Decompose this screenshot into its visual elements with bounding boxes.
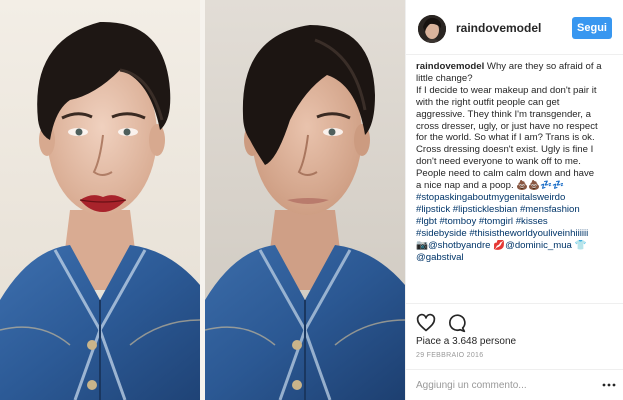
caption-line: don't need everyone to wank off to me. bbox=[416, 156, 581, 168]
hashtag-line[interactable]: #sidebyside #thisistheworldyouliveinhiii… bbox=[416, 228, 616, 240]
username-link[interactable]: raindovemodel bbox=[456, 21, 541, 35]
hashtag-line[interactable]: #lgbt #tomboy #tomgirl #kisses bbox=[416, 216, 616, 228]
more-options-icon[interactable] bbox=[602, 379, 616, 391]
hashtag-line[interactable]: #stopaskingaboutmygenitalsweirdo bbox=[416, 192, 616, 204]
caption-line: People need to calm calm down and have bbox=[416, 168, 595, 180]
post-date: 29 FEBBRAIO 2016 bbox=[416, 352, 484, 359]
caption-line: a nice nap and a poop. 💩💩💤💤 bbox=[416, 180, 565, 192]
mention-line[interactable]: 📷@shotbyandre 💋@dominic_mua 👕 bbox=[416, 240, 616, 252]
photo-panel-right bbox=[205, 0, 405, 400]
follow-button[interactable]: Segui bbox=[572, 17, 612, 39]
avatar[interactable] bbox=[418, 15, 446, 43]
heart-icon[interactable] bbox=[416, 313, 436, 333]
likes-count[interactable]: Piace a 3.648 persone bbox=[416, 336, 516, 347]
comment-icon[interactable] bbox=[446, 313, 466, 333]
section-divider bbox=[406, 369, 623, 370]
portrait-without-makeup-image bbox=[205, 0, 405, 400]
caption-text: Why are they so afraid of a bbox=[484, 61, 602, 72]
mention-line[interactable]: @gabstival bbox=[416, 252, 616, 264]
caption-line: Cross dressing doesn't exist. Ugly is fi… bbox=[416, 144, 594, 156]
caption-line: aggressive. They think I'm transgender, … bbox=[416, 108, 591, 120]
hashtag-line[interactable]: #lipstick #lipsticklesbian #mensfashion bbox=[416, 204, 616, 216]
comment-input[interactable] bbox=[416, 376, 596, 394]
caption-line: If I decide to wear makeup and don't pai… bbox=[416, 84, 597, 96]
post-sidebar: raindovemodel Segui raindovemodel Why ar… bbox=[405, 0, 623, 400]
avatar-image bbox=[418, 15, 446, 43]
post-caption: raindovemodel Why are they so afraid of … bbox=[416, 61, 616, 263]
portrait-with-lipstick-image bbox=[0, 0, 200, 400]
section-divider bbox=[406, 303, 623, 304]
caption-line: with the right outfit people can get bbox=[416, 96, 560, 108]
caption-username[interactable]: raindovemodel bbox=[416, 61, 484, 72]
post-header: raindovemodel Segui bbox=[406, 0, 623, 55]
post-photo[interactable] bbox=[0, 0, 405, 400]
caption-line: for the world. So what if I am? Trans is… bbox=[416, 132, 595, 144]
caption-line: raindovemodel Why are they so afraid of … bbox=[416, 61, 616, 73]
caption-line: cross dresser, ugly, or just have no res… bbox=[416, 120, 598, 132]
photo-panel-left bbox=[0, 0, 200, 400]
caption-line: little change? bbox=[416, 72, 473, 84]
